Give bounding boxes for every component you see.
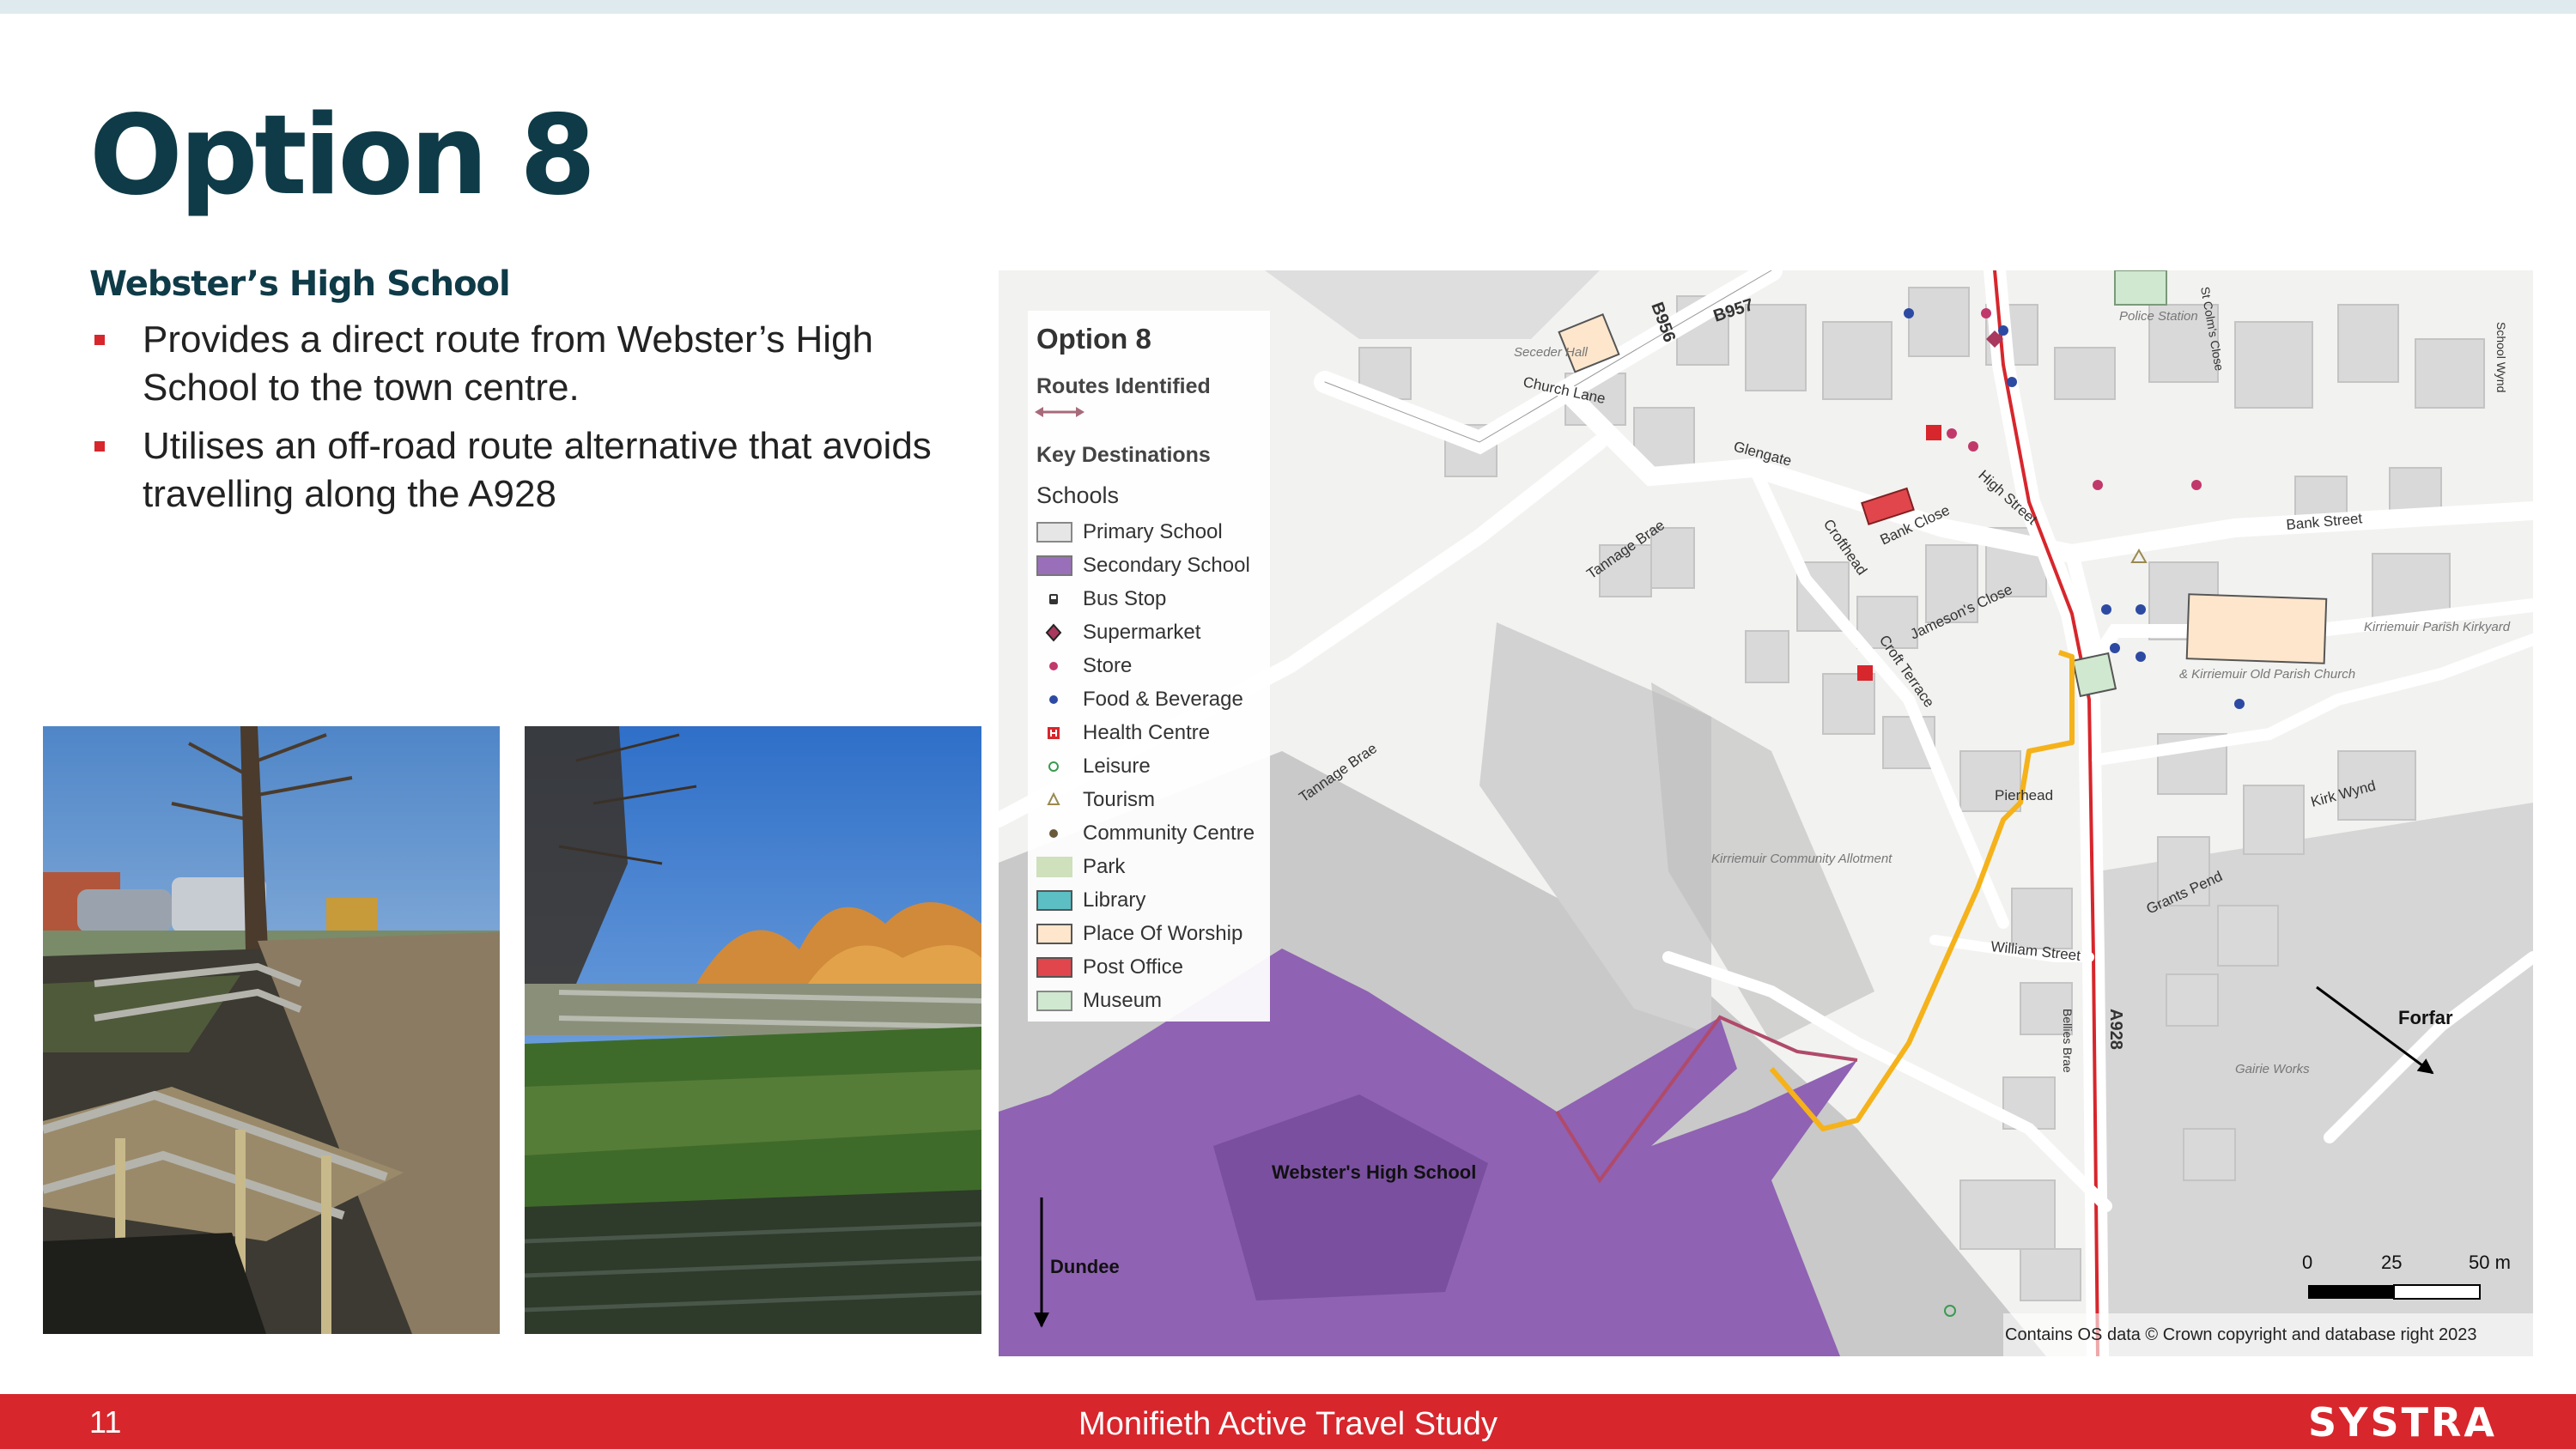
bullet-marker xyxy=(94,335,105,345)
bullet-text: Utilises an off-road route alternative t… xyxy=(143,425,932,515)
bullet-item: Utilises an off-road route alternative t… xyxy=(89,422,948,518)
legend-label: Food & Beverage xyxy=(1083,688,1243,711)
section-subtitle: Webster’s High School xyxy=(89,264,511,304)
bullet-text: Provides a direct route from Webster’s H… xyxy=(143,318,874,409)
bullet-marker xyxy=(94,441,105,452)
legend-item-community-centre: Community Centre xyxy=(1036,818,1268,852)
legend-item-supermarket: Supermarket xyxy=(1036,617,1268,651)
page-title: Option 8 xyxy=(89,92,596,220)
footer-title: Monifieth Active Travel Study xyxy=(1078,1406,1498,1442)
legend-schools-heading: Schools xyxy=(1036,482,1120,508)
store-icon xyxy=(1036,656,1072,676)
legend-label: Library xyxy=(1083,888,1146,912)
legend-item-post-office: Post Office xyxy=(1036,952,1268,985)
legend-label: Leisure xyxy=(1083,755,1151,778)
scale-label-0: 0 xyxy=(2302,1252,2312,1273)
legend-label: Supermarket xyxy=(1083,621,1201,644)
road-label-pierhead: Pierhead xyxy=(1995,787,2053,803)
health-centre-icon xyxy=(1036,723,1072,743)
legend-label: Post Office xyxy=(1083,955,1183,979)
bullet-item: Provides a direct route from Webster’s H… xyxy=(89,316,948,412)
legend-item-library: Library xyxy=(1036,885,1268,919)
legend-key-heading: Key Destinations xyxy=(1036,443,1211,467)
road-label-school-wynd: School Wynd xyxy=(2494,322,2508,392)
footer-bar: 11 Monifieth Active Travel Study SYSTRA xyxy=(0,1394,2576,1449)
legend-label: Primary School xyxy=(1083,520,1223,543)
worship-area xyxy=(2185,593,2328,664)
legend-item-tourism: Tourism xyxy=(1036,785,1268,818)
systra-logo: SYSTRA xyxy=(2308,1399,2497,1446)
supermarket-icon xyxy=(1036,622,1072,643)
place-of-worship-swatch xyxy=(1036,924,1072,944)
legend-item-food-beverage: Food & Beverage xyxy=(1036,684,1268,718)
tourism-icon xyxy=(1036,790,1072,810)
legend-item-park: Park xyxy=(1036,852,1268,885)
legend-label: Bus Stop xyxy=(1083,587,1167,610)
police-label: Police Station xyxy=(2119,309,2198,324)
leisure-icon xyxy=(1036,756,1072,777)
park-swatch xyxy=(1036,857,1072,877)
legend-label: Community Centre xyxy=(1083,822,1255,845)
legend-label: Tourism xyxy=(1083,788,1156,811)
map-attribution: Contains OS data © Crown copyright and d… xyxy=(2005,1325,2477,1344)
legend-item-health-centre: Health Centre xyxy=(1036,718,1268,751)
post-office-swatch xyxy=(1036,957,1072,978)
top-strip xyxy=(0,0,2576,14)
primary-school-swatch xyxy=(1036,522,1072,543)
legend-item-bus-stop: Bus Stop xyxy=(1036,584,1268,617)
legend-label: Place Of Worship xyxy=(1083,922,1243,945)
route-arrow-icon xyxy=(1035,407,1084,417)
legend-label: Store xyxy=(1083,654,1133,677)
seceder-hall-label: Seceder Hall xyxy=(1514,345,1589,360)
legend-label: Health Centre xyxy=(1083,721,1211,744)
road-label-a928: A928 xyxy=(2106,1009,2125,1050)
legend-title: Option 8 xyxy=(1036,323,1151,355)
museum-swatch xyxy=(1036,991,1072,1011)
bridge-photo xyxy=(43,726,500,1334)
legend-item-store: Store xyxy=(1036,651,1268,684)
woodland-photo xyxy=(525,726,981,1334)
scale-label-25: 25 xyxy=(2381,1252,2402,1273)
food-beverage-icon xyxy=(1036,689,1072,710)
bullet-list: Provides a direct route from Webster’s H… xyxy=(89,316,948,529)
map-legend: Option 8 Routes Identified Key Destinati… xyxy=(1028,311,1270,1022)
legend-label: Park xyxy=(1083,855,1126,878)
park-area xyxy=(2071,652,2117,698)
forfar-label: Forfar xyxy=(2398,1007,2453,1028)
legend-routes-heading: Routes Identified xyxy=(1036,374,1211,398)
legend-label: Museum xyxy=(1083,989,1163,1012)
kirkyard-label: Kirriemuir Parish Kirkyard xyxy=(2364,620,2511,634)
legend-item-museum: Museum xyxy=(1036,985,1268,1019)
community-centre-icon xyxy=(1036,823,1072,844)
dundee-label: Dundee xyxy=(1050,1256,1120,1277)
legend-item-place-of-worship: Place Of Worship xyxy=(1036,919,1268,952)
secondary-school-swatch xyxy=(1036,555,1072,576)
school-label: Webster's High School xyxy=(1272,1161,1476,1183)
legend-item-leisure: Leisure xyxy=(1036,751,1268,785)
allotment-label: Kirriemuir Community Allotment xyxy=(1711,852,1893,866)
legend-item-secondary-school: Secondary School xyxy=(1036,550,1268,584)
parish-church-label: & Kirriemuir Old Parish Church xyxy=(2179,667,2355,682)
legend-label: Secondary School xyxy=(1083,554,1250,577)
road-label-bellies-brae: Bellies Brae xyxy=(2061,1009,2075,1073)
legend-item-primary-school: Primary School xyxy=(1036,517,1268,550)
gairie-works-label: Gairie Works xyxy=(2235,1062,2310,1076)
bus-stop-icon xyxy=(1036,589,1072,609)
museum-area xyxy=(2114,270,2167,306)
scale-label-50: 50 m xyxy=(2469,1252,2511,1273)
library-swatch xyxy=(1036,890,1072,911)
